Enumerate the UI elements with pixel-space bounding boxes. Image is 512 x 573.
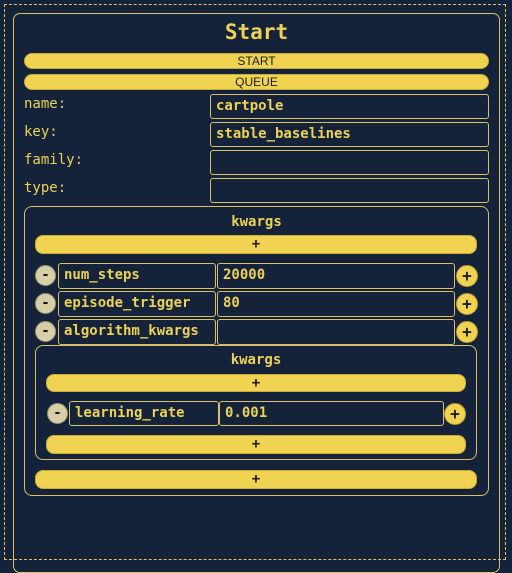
- nested-kwargs-title: kwargs: [230, 352, 282, 368]
- remove-algorithm-kwargs-button[interactable]: -: [35, 321, 56, 342]
- family-field[interactable]: [210, 150, 489, 175]
- add-after-episode-trigger-button[interactable]: +: [456, 293, 478, 315]
- kwarg-key-episode-trigger[interactable]: episode_trigger: [58, 291, 216, 317]
- type-field[interactable]: [210, 178, 489, 203]
- kwarg-value-learning-rate[interactable]: 0.001: [219, 401, 444, 426]
- kwargs-add-bottom-button[interactable]: +: [35, 470, 477, 489]
- add-after-num-steps-button[interactable]: +: [456, 265, 478, 287]
- kwarg-key-learning-rate[interactable]: learning_rate: [69, 401, 219, 426]
- add-after-learning-rate-button[interactable]: +: [444, 403, 466, 425]
- kwargs-title: kwargs: [231, 214, 282, 230]
- remove-episode-trigger-button[interactable]: -: [35, 293, 56, 314]
- start-button[interactable]: START: [24, 53, 489, 69]
- kwarg-key-num-steps[interactable]: num_steps: [58, 263, 216, 289]
- name-label: name:: [24, 96, 67, 112]
- kwarg-key-algorithm-kwargs[interactable]: algorithm_kwargs: [58, 319, 216, 345]
- kwargs-add-top-button[interactable]: +: [35, 235, 477, 254]
- family-label: family:: [24, 152, 84, 168]
- kwarg-value-num-steps[interactable]: 20000: [217, 263, 455, 289]
- page-title: Start: [224, 20, 289, 44]
- kwarg-value-episode-trigger[interactable]: 80: [217, 291, 455, 317]
- remove-learning-rate-button[interactable]: -: [47, 403, 68, 424]
- add-after-algorithm-kwargs-button[interactable]: +: [456, 321, 478, 343]
- type-label: type:: [24, 180, 67, 196]
- key-label: key:: [24, 124, 58, 140]
- name-field[interactable]: cartpole: [210, 94, 489, 119]
- key-field[interactable]: stable_baselines: [210, 122, 489, 147]
- kwarg-value-algorithm-kwargs[interactable]: [217, 319, 455, 345]
- nested-kwargs-add-bottom-button[interactable]: +: [46, 435, 466, 454]
- queue-button[interactable]: QUEUE: [24, 74, 489, 90]
- nested-kwargs-add-top-button[interactable]: +: [46, 374, 466, 392]
- remove-num-steps-button[interactable]: -: [35, 265, 56, 286]
